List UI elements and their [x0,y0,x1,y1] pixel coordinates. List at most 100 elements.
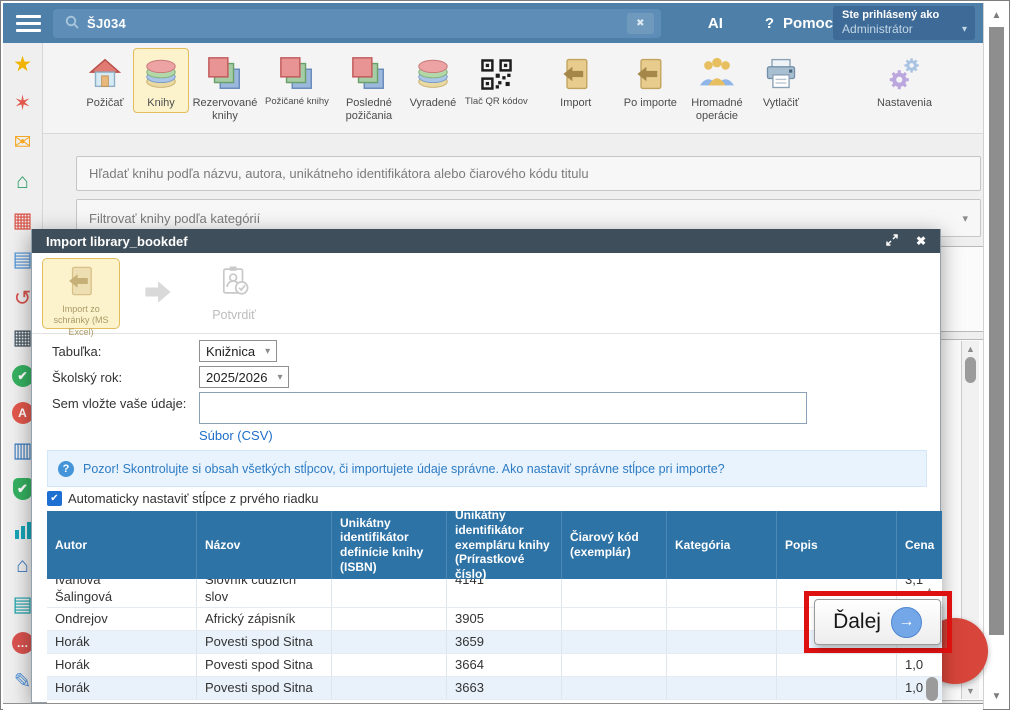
scroll-down-icon[interactable]: ▼ [984,691,1009,702]
table-cell: 3905 [447,608,562,630]
ribbon-button-vytlacit[interactable]: Vytlačiť [753,48,809,113]
ribbon-button-label: Import [560,97,591,110]
magic-wand-icon[interactable]: ✶ [11,91,35,115]
help-label: Pomoc [783,15,833,32]
layers-icon [142,52,180,96]
column-header-2[interactable]: Unikátny identifikátor definície knihy (… [332,511,447,579]
user-menu[interactable]: Ste prihlásený ako Administrátor ▾ [833,6,975,40]
table-cell [667,677,777,699]
ribbon-button-label: Požičané knihy [265,97,329,108]
table-cell: 4141 [447,579,562,607]
stack-icon [278,52,316,96]
envelope-icon[interactable]: ✉ [11,130,35,154]
maximize-icon[interactable] [886,234,898,248]
ribbon-button-pozicane-knihy[interactable]: Požičané knihy [261,48,333,111]
table-row-3[interactable]: HorákPovesti spod Sitna36641,0 [47,654,942,677]
search-clear-button[interactable]: ✖ [627,13,654,34]
table-cell [777,677,897,699]
global-search-input[interactable]: ŠJ034 ✖ [53,9,661,38]
import-from-clipboard-button[interactable]: Import zo schránky (MS Excel) [42,258,120,329]
column-header-1[interactable]: Názov [197,511,332,579]
table-cell [667,608,777,630]
table-select[interactable]: Knižnica ▾ [199,340,277,362]
table-cell [562,631,667,653]
ribbon-button-vyradene[interactable]: Vyradené [405,48,461,113]
ribbon-button-label: Tlač QR kódov [465,97,528,108]
warning-help-link[interactable]: Ako nastaviť správne stĺpce pri importe? [502,462,725,476]
close-icon[interactable]: ✖ [916,235,926,247]
help-button[interactable]: ? Pomoc [765,15,833,32]
ribbon-button-pozicat[interactable]: Požičať [77,48,133,113]
table-row-0[interactable]: Ivanová ŠalingováSlovník cudzích slov414… [47,579,942,608]
school-year-value: 2025/2026 [206,370,267,385]
scroll-up-icon[interactable]: ▲ [984,10,1009,21]
table-cell [332,608,447,630]
table-row-2[interactable]: HorákPovesti spod Sitna3659 [47,631,942,654]
scroll-down-icon[interactable]: ▼ [962,686,979,696]
bar [21,526,25,539]
table-cell: 3664 [447,654,562,676]
column-header-3[interactable]: Unikátny identifikátor exempláru knihy (… [447,511,562,579]
confirm-label: Potvrdiť [212,308,256,322]
page-scrollbar-thumb[interactable] [989,27,1004,635]
home-icon[interactable]: ⌂ [11,169,35,193]
column-header-6[interactable]: Popis [777,511,897,579]
table-scrollbar-thumb[interactable] [926,677,938,701]
next-button[interactable]: Ďalej → [814,599,941,645]
ribbon-button-label: Vyradené [410,97,457,110]
table-cell [332,677,447,699]
page-bottom-edge [3,703,983,710]
confirm-button[interactable]: Potvrdiť [198,264,270,322]
star-icon[interactable]: ★ [11,52,35,76]
table-scroll-up-icon[interactable]: ▲ [925,585,934,595]
table-cell [332,631,447,653]
column-header-4[interactable]: Čiarový kód (exemplár) [562,511,667,579]
arrow-right-icon [140,274,176,315]
ribbon-button-po-importe[interactable]: Po importe [620,48,681,113]
menu-icon[interactable] [16,15,41,32]
ribbon-button-rezervovane-knihy[interactable]: Rezervované knihy [189,48,261,125]
dialog-toolbar: Import zo schránky (MS Excel) Potvrdiť [32,253,940,334]
question-mark-icon: ? [765,15,774,32]
column-header-5[interactable]: Kategória [667,511,777,579]
table-cell [562,677,667,699]
people-icon [698,52,736,96]
school-year-select[interactable]: 2025/2026 ▾ [199,366,289,388]
bar [27,522,31,539]
paste-data-textarea[interactable] [199,392,807,424]
table-cell: Ivanová Šalingová [47,579,197,607]
import-from-clipboard-label: Import zo schránky (MS Excel) [43,304,119,338]
chevron-down-icon: ▾ [265,346,270,357]
book-search-input[interactable]: Hľadať knihu podľa názvu, autora, unikát… [76,156,981,191]
person-check-icon [217,264,251,303]
dialog-title: Import library_bookdef [46,234,188,249]
shield-check-icon[interactable]: ✔ [13,478,33,500]
ribbon-button-hromadne-operacie[interactable]: Hromadné operácie [681,48,753,125]
ribbon-button-label: Vytlačiť [763,97,799,110]
ribbon-button-tlac-qr-kodov[interactable]: Tlač QR kódov [461,48,532,111]
table-row-1[interactable]: OndrejovAfrický zápisník3905 [47,608,942,631]
column-header-0[interactable]: Autor [47,511,197,579]
page-scrollbar[interactable]: ▲ ▼ [983,3,1009,709]
app-window: ŠJ034 ✖ AI ? Pomoc Ste prihlásený ako Ad… [0,0,1010,710]
column-header-7[interactable]: Cena [897,511,942,579]
table-cell [667,631,777,653]
ribbon-button-label: Knihy [147,97,175,110]
scroll-up-icon[interactable]: ▲ [962,344,979,354]
autoset-columns-label[interactable]: Automaticky nastaviť stĺpce z prvého ria… [68,491,319,506]
csv-file-link[interactable]: Súbor (CSV) [199,428,273,443]
table-row-4[interactable]: HorákPovesti spod Sitna36631,0 [47,677,942,700]
chevron-down-icon: ▾ [962,212,968,225]
ai-button[interactable]: AI [708,15,723,32]
table-cell: 3663 [447,677,562,699]
menu-bar [16,22,41,25]
ribbon-button-knihy[interactable]: Knihy [133,48,189,113]
ribbon-button-posledne-pozicania[interactable]: Posledné požičania [333,48,405,125]
checkbox-checked-icon[interactable]: ✔ [47,491,62,506]
door-icon [632,52,668,96]
table-cell [562,654,667,676]
ribbon-button-nastavenia[interactable]: Nastavenia [873,48,936,113]
ribbon-button-import[interactable]: Import [548,48,604,113]
stack-icon [206,52,244,96]
scrollbar-thumb[interactable] [965,357,976,383]
